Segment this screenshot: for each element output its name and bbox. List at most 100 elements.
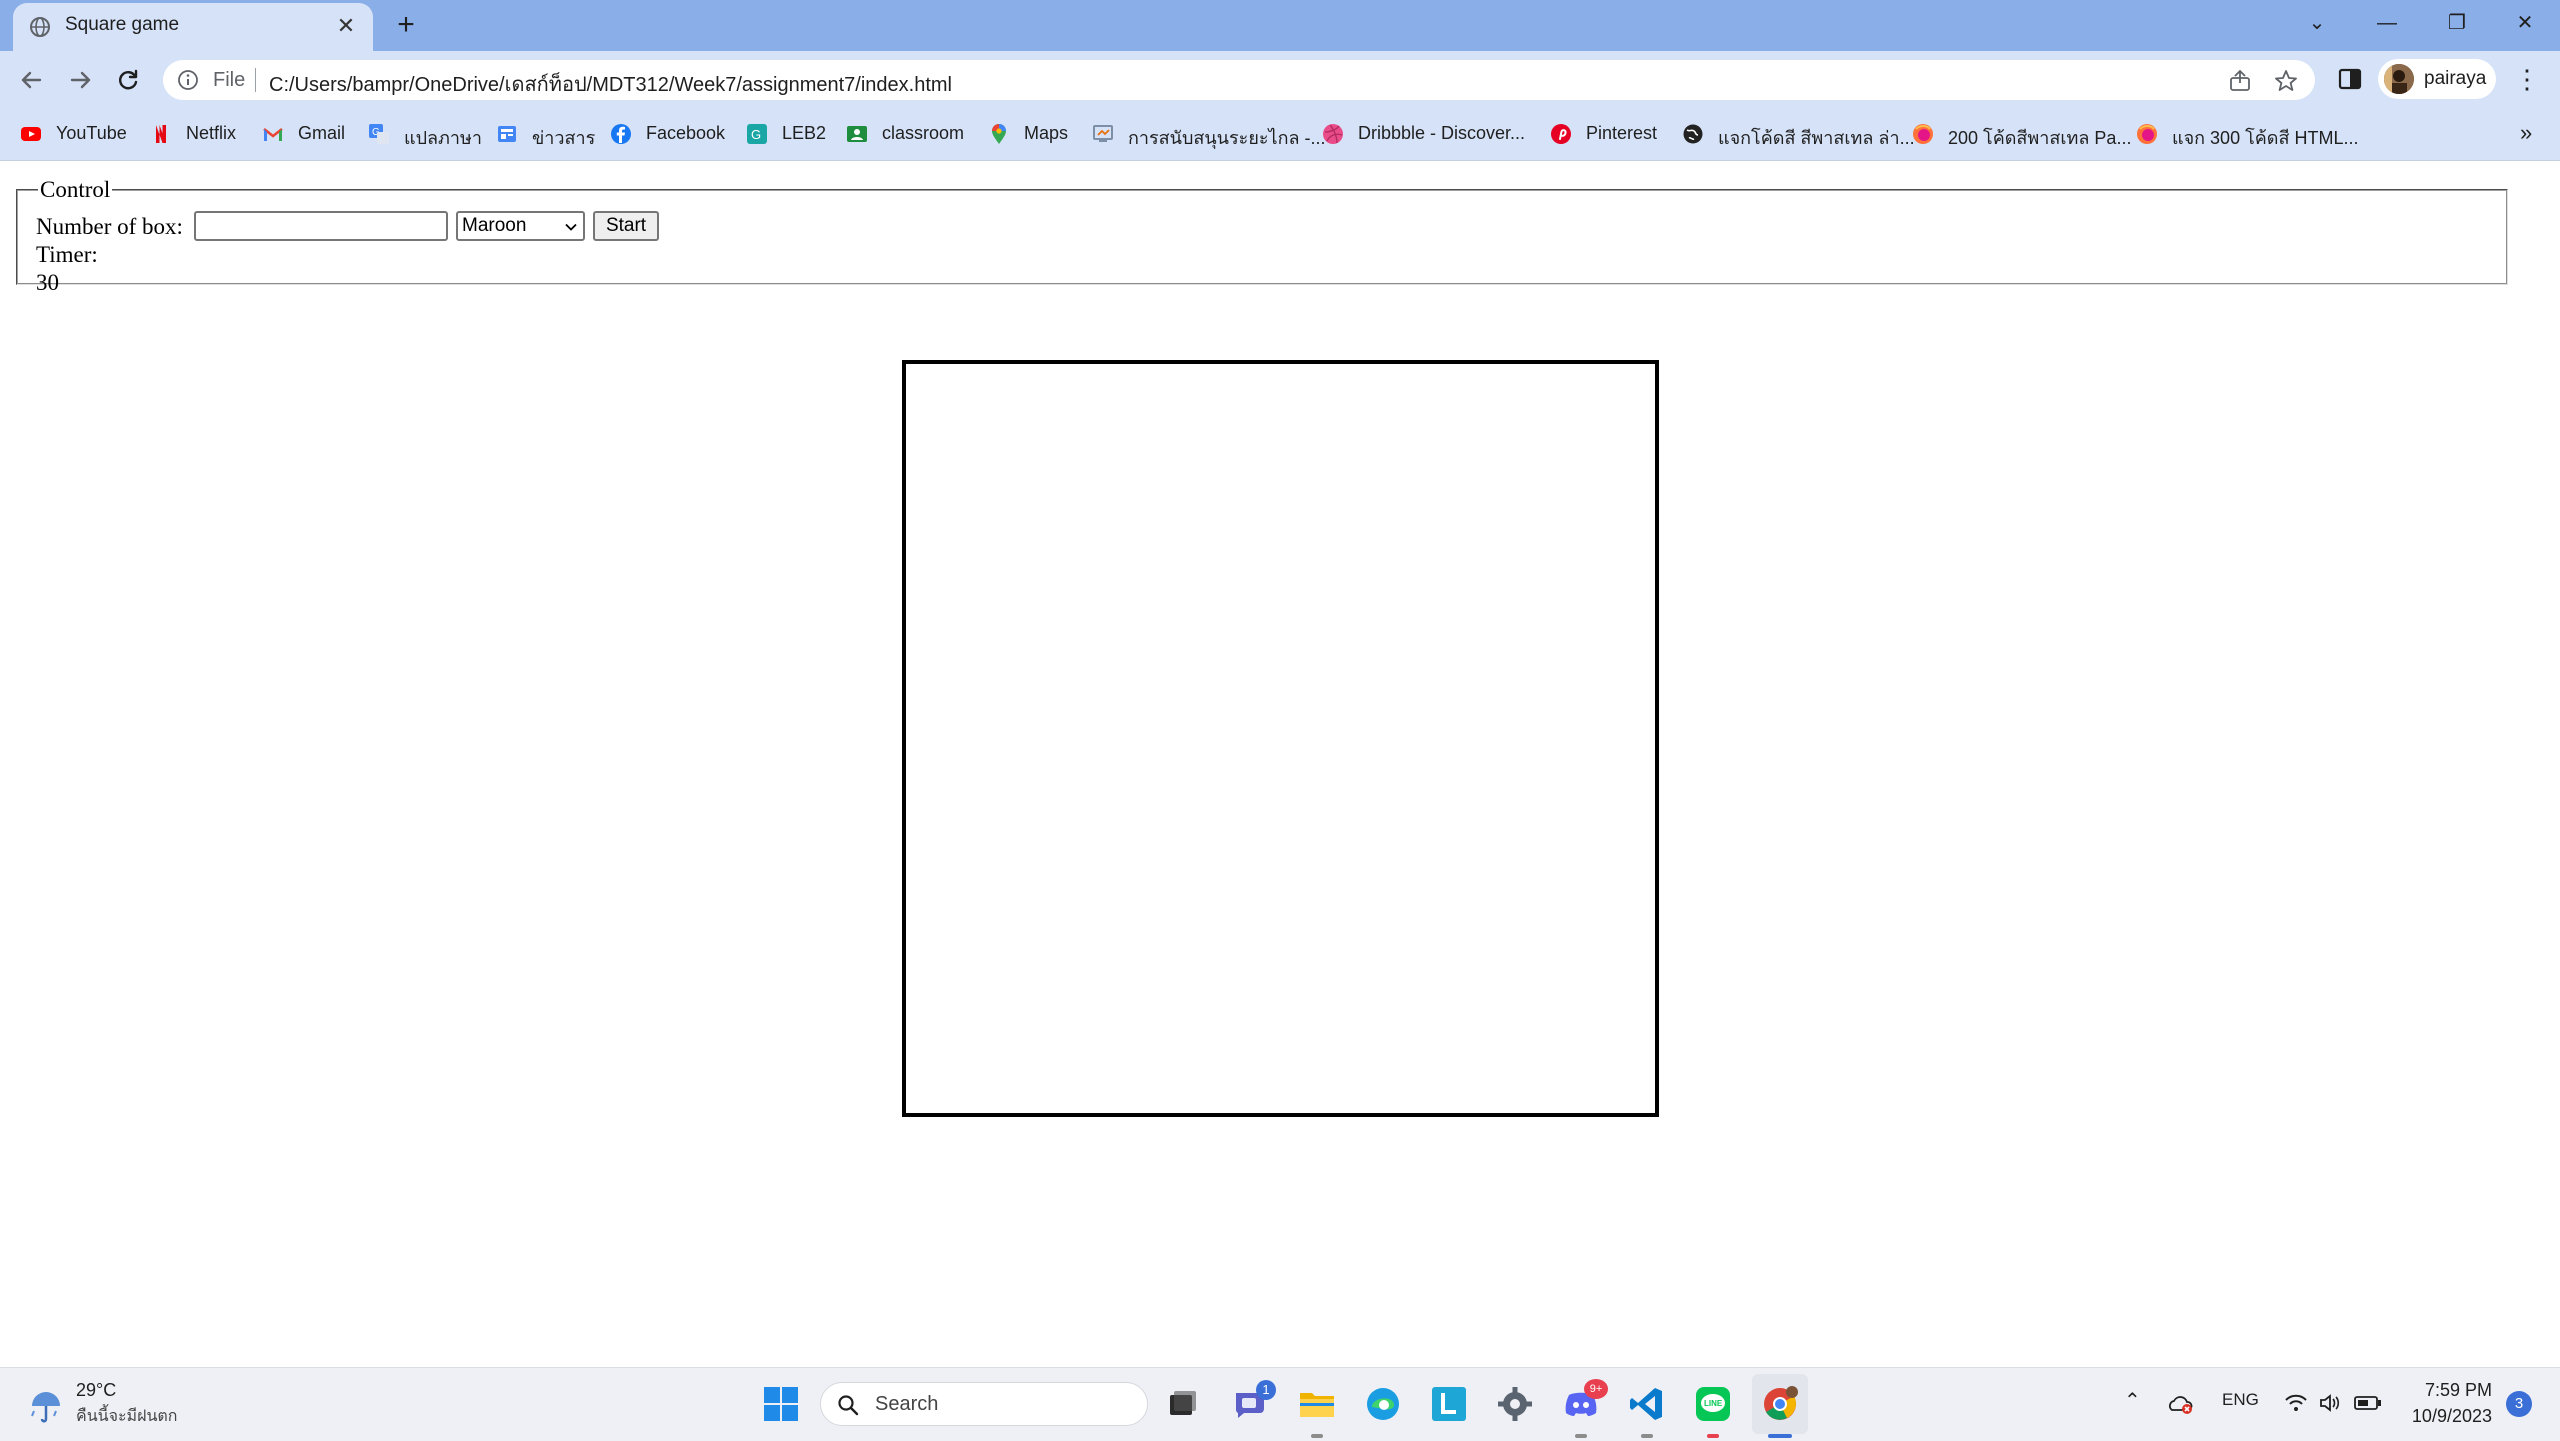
svg-text:G: G — [751, 127, 761, 142]
onedrive-error-icon[interactable] — [2168, 1392, 2194, 1416]
page-content: Control Number of box: Maroon Start Time… — [0, 161, 2560, 1367]
bookmark-label: Gmail — [298, 123, 346, 143]
running-indicator — [1707, 1434, 1719, 1438]
chrome-icon[interactable] — [1759, 1383, 1801, 1425]
wifi-icon[interactable] — [2284, 1392, 2308, 1414]
settings-gear-icon[interactable] — [1494, 1383, 1536, 1425]
color-select[interactable]: Maroon — [456, 211, 585, 241]
profile-name: pairaya — [2424, 68, 2487, 89]
translate-icon: G — [369, 124, 389, 144]
bookmark-label: Facebook — [646, 123, 726, 143]
search-placeholder: Search — [875, 1393, 939, 1415]
profile-button[interactable]: pairaya — [2378, 59, 2496, 99]
line-app-icon[interactable]: LINE — [1692, 1383, 1734, 1425]
info-icon[interactable] — [177, 69, 199, 91]
tab-square-game[interactable]: Square game ✕ — [13, 3, 373, 51]
pinterest-icon — [1551, 124, 1571, 144]
clock-date[interactable]: 10/9/2023 — [2402, 1406, 2492, 1427]
running-indicator — [1311, 1434, 1323, 1438]
firefox-icon — [1913, 124, 1933, 144]
bookmark-star-icon[interactable] — [2273, 68, 2299, 94]
weather-description: คืนนี้จะมีฝนตก — [76, 1408, 178, 1425]
bookmark-label: แปลภาษา — [404, 128, 483, 148]
language-indicator[interactable]: ENG — [2222, 1390, 2259, 1410]
running-indicator — [1575, 1434, 1587, 1438]
bookmark-label: Netflix — [186, 123, 237, 143]
bookmark-label: classroom — [882, 123, 965, 143]
netflix-icon — [156, 125, 166, 143]
side-panel-icon[interactable] — [2336, 65, 2364, 93]
leb2-icon: G — [747, 124, 767, 144]
tab-search-button[interactable]: ⌄ — [2292, 6, 2342, 40]
forward-icon[interactable] — [62, 62, 98, 98]
address-bar[interactable]: File C:/Users/bampr/OneDrive/เดสก์ท็อป/M… — [163, 60, 2315, 100]
tab-title: Square game — [65, 14, 180, 35]
restore-button[interactable]: ❐ — [2432, 6, 2482, 40]
color-select-value: Maroon — [462, 215, 527, 236]
bookmark-label: แจกโค้ดสี สีพาสเทล ล่า... — [1718, 128, 1915, 148]
tab-strip: Square game ✕ + ⌄ — ❐ ✕ — [0, 0, 2560, 51]
show-hidden-icons-icon[interactable]: ⌃ — [2124, 1388, 2141, 1413]
reload-icon[interactable] — [110, 62, 146, 98]
browser-menu-icon[interactable]: ⋮ — [2514, 65, 2540, 95]
bookmark-label: Pinterest — [1586, 123, 1658, 143]
number-of-box-label: Number of box: — [36, 214, 183, 239]
bookmark-label: LEB2 — [782, 123, 827, 143]
task-view-icon[interactable] — [1162, 1383, 1204, 1425]
bookmark-label: Dribbble - Discover... — [1358, 123, 1526, 143]
bookmark-label: Maps — [1024, 123, 1069, 143]
youtube-icon — [21, 127, 41, 141]
maps-icon — [992, 124, 1006, 144]
discord-badge: 9+ — [1584, 1379, 1608, 1399]
tab-close-icon[interactable]: ✕ — [333, 13, 359, 39]
game-board[interactable] — [902, 360, 1659, 1117]
svg-text:LINE: LINE — [1704, 1399, 1723, 1408]
new-tab-button[interactable]: + — [390, 9, 422, 41]
weather-temp: 29°C — [76, 1380, 117, 1400]
back-icon[interactable] — [14, 62, 50, 98]
bookmark-label: 200 โค้ดสีพาสเทล Pa... — [1948, 128, 2132, 148]
search-icon — [838, 1395, 859, 1416]
running-indicator — [1641, 1434, 1653, 1438]
active-indicator — [1768, 1434, 1792, 1438]
windows-start-icon[interactable] — [762, 1385, 800, 1423]
notification-badge[interactable]: 3 — [2506, 1391, 2532, 1417]
gmail-icon — [263, 128, 283, 141]
edge-icon[interactable] — [1362, 1383, 1404, 1425]
close-window-button[interactable]: ✕ — [2500, 6, 2550, 40]
number-of-box-input[interactable] — [194, 211, 448, 241]
vscode-icon[interactable] — [1626, 1383, 1668, 1425]
bookmark-label: YouTube — [56, 123, 127, 143]
rain-umbrella-icon[interactable] — [26, 1386, 66, 1426]
volume-icon[interactable] — [2318, 1392, 2342, 1414]
start-button[interactable]: Start — [593, 211, 659, 241]
bookmark-label: ข่าวสาร — [532, 128, 596, 148]
share-icon[interactable] — [2227, 68, 2253, 94]
globe-icon — [1683, 124, 1703, 144]
dribbble-icon — [1323, 124, 1343, 144]
timer-value: 30 — [36, 270, 59, 295]
file-explorer-icon[interactable] — [1296, 1383, 1338, 1425]
firefox-icon — [2137, 124, 2157, 144]
bookmark-label: การสนับสนุนระยะไกล -... — [1128, 128, 1326, 148]
omnibox-divider — [255, 68, 256, 92]
news-icon — [498, 126, 516, 142]
minimize-button[interactable]: — — [2362, 6, 2412, 40]
teams-badge: 1 — [1256, 1380, 1276, 1400]
facebook-icon — [611, 124, 631, 144]
taskbar-search[interactable]: Search — [820, 1382, 1148, 1426]
bookmark-label: แจก 300 โค้ดสี HTML... — [2172, 128, 2359, 148]
classroom-icon — [847, 126, 867, 142]
timer-label: Timer: — [36, 242, 98, 267]
windows-taskbar: 29°C คืนนี้จะมีฝนตก Search 1 9+ LINE ⌃ E… — [0, 1367, 2560, 1441]
chevron-down-icon — [565, 223, 577, 231]
avatar — [2384, 64, 2414, 94]
l-app-icon[interactable] — [1428, 1383, 1470, 1425]
more-bookmarks-icon[interactable]: » — [2520, 120, 2532, 146]
clock-time[interactable]: 7:59 PM — [2420, 1380, 2492, 1401]
bookmarks-bar: YouTube Netflix Gmail G แปลภาษา ข่าวสาร … — [0, 108, 2560, 161]
battery-icon[interactable] — [2354, 1394, 2382, 1412]
scheme-label: File — [213, 69, 246, 91]
remote-support-icon — [1093, 125, 1113, 142]
url-text[interactable]: C:/Users/bampr/OneDrive/เดสก์ท็อป/MDT312… — [269, 68, 952, 100]
